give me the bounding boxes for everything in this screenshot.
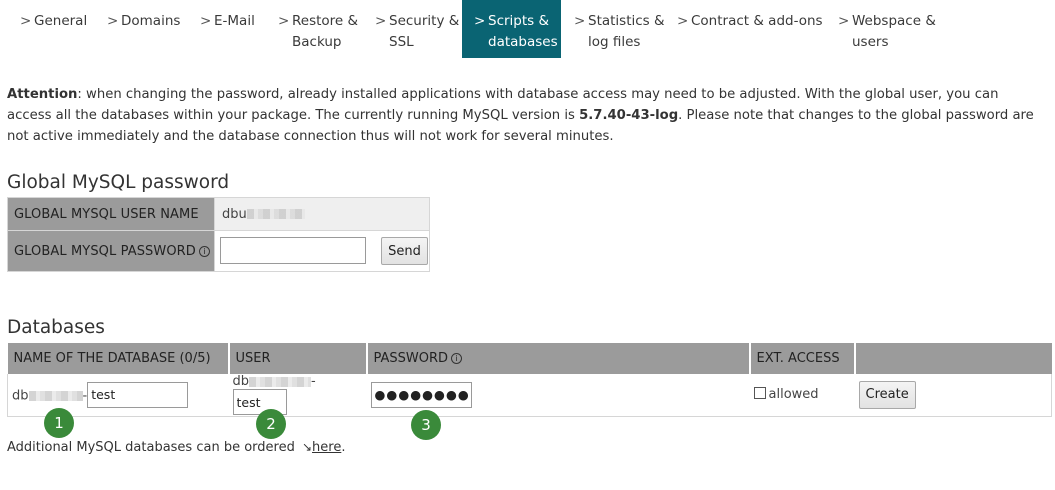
tab-label: Webspace & <box>852 13 936 29</box>
col-header-action <box>854 343 1052 374</box>
global-password-input[interactable] <box>220 236 366 264</box>
footer-end: . <box>341 440 346 455</box>
step-marker-2: 2 <box>256 409 286 439</box>
info-icon[interactable]: i <box>198 245 210 257</box>
db-user-separator: - <box>311 374 316 390</box>
global-password-table: GLOBAL MYSQL USER NAME dbu GLOBAL MYSQL … <box>7 197 430 272</box>
redacted-text <box>249 376 312 387</box>
send-button[interactable]: Send <box>381 237 428 266</box>
footer-text: Additional MySQL databases can be ordere… <box>7 440 299 455</box>
tab-restore-backup[interactable]: > Restore & Backup <box>278 0 374 58</box>
col-header-password: PASSWORD i <box>366 343 751 374</box>
tab-statistics-logs[interactable]: > Statistics & log files <box>574 0 676 58</box>
action-cell: Create <box>854 374 1052 417</box>
tab-label: Contract & add-ons <box>691 13 823 29</box>
redacted-text <box>28 390 83 401</box>
chevron-right-icon: > <box>278 13 290 29</box>
chevron-right-icon: > <box>107 13 119 29</box>
tab-general[interactable]: > General <box>20 0 108 58</box>
main-navigation: > General > Domains > E-Mail > Restore & Bac… <box>0 0 1055 58</box>
global-password-title: Global MySQL password <box>7 172 230 193</box>
chevron-right-icon: > <box>574 13 586 29</box>
tab-email[interactable]: > E-Mail <box>200 0 278 58</box>
tab-label: Restore & <box>292 13 359 29</box>
databases-table: NAME OF THE DATABASE (0/5) USER PASSWORD… <box>7 343 1052 417</box>
databases-title: Databases <box>7 317 105 338</box>
create-button[interactable]: Create <box>858 380 916 409</box>
global-password-cell: Send <box>214 230 430 272</box>
tab-label-line2: databases <box>488 34 558 50</box>
db-user-cell: db - <box>228 374 367 417</box>
footer-note: Additional MySQL databases can be ordere… <box>7 440 345 455</box>
tab-webspace-users[interactable]: > Webspace & users <box>838 0 948 58</box>
table-row: db- db- allowed Create <box>7 374 1052 417</box>
arrow-down-right-icon: ↘ <box>301 440 313 454</box>
tab-scripts-databases[interactable]: > Scripts & databases <box>462 0 561 58</box>
tab-label-line2: users <box>852 34 889 50</box>
global-password-label-text: GLOBAL MYSQL PASSWORD <box>14 243 196 259</box>
order-here-link[interactable]: here <box>312 440 341 455</box>
tab-label: Security & <box>389 13 460 29</box>
global-user-prefix: dbu <box>222 206 247 222</box>
attention-notice: Attention: when changing the password, a… <box>7 84 1047 147</box>
db-name-prefix: db <box>12 388 29 404</box>
chevron-right-icon: > <box>200 13 212 29</box>
tab-domains[interactable]: > Domains <box>107 0 201 58</box>
col-header-name: NAME OF THE DATABASE (0/5) <box>7 343 230 374</box>
tab-label: General <box>34 13 88 29</box>
tab-label: E-Mail <box>214 13 255 29</box>
redacted-text <box>246 209 305 219</box>
step-marker-1: 1 <box>44 408 74 438</box>
chevron-right-icon: > <box>20 13 32 29</box>
chevron-right-icon: > <box>838 13 850 29</box>
global-user-label: GLOBAL MYSQL USER NAME <box>7 197 215 231</box>
step-marker-3: 3 <box>411 410 441 440</box>
tab-label-line2: log files <box>588 34 641 50</box>
ext-access-cell: allowed <box>749 374 855 417</box>
col-header-ext-access: EXT. ACCESS <box>749 343 856 374</box>
col-header-password-text: PASSWORD <box>373 351 449 366</box>
tab-label: Domains <box>121 13 181 29</box>
chevron-right-icon: > <box>677 13 689 29</box>
info-icon[interactable]: i <box>451 353 463 364</box>
tab-label: Scripts & <box>488 13 550 29</box>
chevron-right-icon: > <box>474 13 486 29</box>
allowed-label[interactable]: allowed <box>769 387 819 402</box>
mysql-version: 5.7.40-43-log <box>579 108 679 123</box>
db-name-input[interactable] <box>87 381 189 408</box>
allowed-checkbox[interactable] <box>753 387 766 400</box>
tab-label-line2: SSL <box>389 34 414 50</box>
global-user-value: dbu <box>214 197 430 231</box>
tab-contract-addons[interactable]: > Contract & add-ons <box>677 0 837 58</box>
tab-label: Statistics & <box>588 13 665 29</box>
col-header-user: USER <box>228 343 368 374</box>
db-user-prefix: db <box>232 374 250 390</box>
tab-security-ssl[interactable]: > Security & SSL <box>375 0 461 58</box>
db-name-cell: db - <box>7 374 229 417</box>
global-password-label: GLOBAL MYSQL PASSWORD i <box>7 230 215 272</box>
tab-label-line2: Backup <box>292 34 342 50</box>
db-password-input[interactable] <box>370 381 472 408</box>
attention-label: Attention <box>7 87 78 102</box>
databases-header-row: NAME OF THE DATABASE (0/5) USER PASSWORD… <box>7 343 1052 374</box>
chevron-right-icon: > <box>375 13 387 29</box>
